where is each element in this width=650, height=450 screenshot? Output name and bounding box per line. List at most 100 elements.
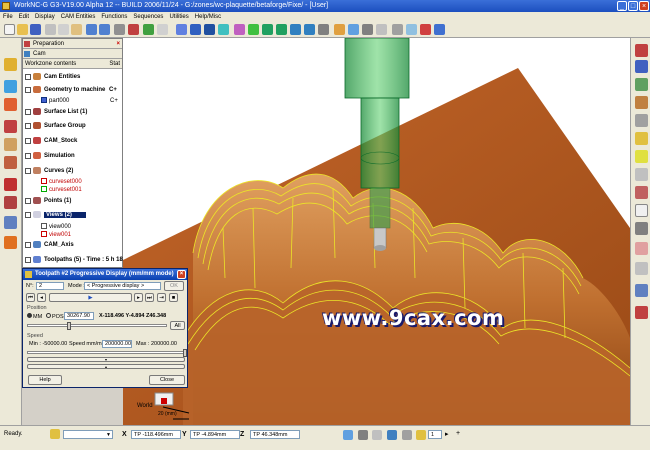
checkbox[interactable] <box>25 167 31 174</box>
tool-stock-icon[interactable] <box>4 120 17 133</box>
rt-view-front-icon[interactable] <box>635 78 648 91</box>
maximize-button[interactable]: □ <box>628 1 638 11</box>
tree-item-cam-stock[interactable]: CAM_Stock <box>25 137 77 146</box>
paste-icon[interactable] <box>71 24 82 35</box>
position-slider[interactable] <box>27 322 167 330</box>
menu-cam-entities[interactable]: CAM Entities <box>58 12 99 22</box>
view-side-icon[interactable] <box>218 24 229 35</box>
status-dropdown[interactable]: ▼ <box>63 430 113 439</box>
shade-icon[interactable] <box>234 24 245 35</box>
stop-icon[interactable] <box>128 24 139 35</box>
layer-add-icon[interactable]: + <box>456 430 464 440</box>
checkbox[interactable] <box>25 122 31 129</box>
menu-file[interactable]: File <box>0 12 16 22</box>
tree-root-cam-entities[interactable]: Cam Entities <box>25 73 80 82</box>
filter-icon[interactable] <box>376 24 387 35</box>
mode-icon[interactable] <box>372 430 382 440</box>
menu-utilities[interactable]: Utilities <box>166 12 191 22</box>
rt-pencil-icon[interactable] <box>635 150 648 163</box>
tree-item-surface-list[interactable]: Surface List (1) <box>25 108 87 117</box>
speed-slider[interactable] <box>27 349 187 357</box>
tab-cam[interactable]: Cam <box>23 49 122 59</box>
tree-item-geometry[interactable]: Geometry to machine C+ <box>25 86 117 95</box>
all-button[interactable]: All <box>170 321 185 330</box>
step-icon[interactable]: ⇥ <box>157 293 166 302</box>
tool-rest-icon[interactable] <box>4 216 17 229</box>
pan-icon[interactable] <box>290 24 301 35</box>
collision-icon[interactable] <box>420 24 431 35</box>
tool-drill-icon[interactable] <box>4 178 17 191</box>
tree-item-toolpaths[interactable]: Toolpaths (5) - Time : 5 h 18 m <box>25 256 130 265</box>
checkbox[interactable] <box>25 73 31 80</box>
tree-item-simulation[interactable]: Simulation <box>25 152 75 161</box>
play-button[interactable]: ▶ <box>49 293 132 302</box>
tree-item-curveset000[interactable]: curveset000 <box>41 178 82 186</box>
view-cube-icon[interactable] <box>176 24 187 35</box>
close-window-button[interactable]: × <box>639 1 649 11</box>
tab-preparation[interactable]: Preparation × <box>23 39 122 49</box>
prev-icon[interactable]: ◂ <box>37 293 46 302</box>
rt-shade-icon[interactable] <box>635 96 648 109</box>
checkbox[interactable] <box>25 241 31 248</box>
checkbox[interactable] <box>25 211 31 218</box>
last-icon[interactable]: ⏭ <box>145 293 154 302</box>
fit-icon[interactable] <box>318 24 329 35</box>
copy-icon[interactable] <box>58 24 69 35</box>
snap-icon[interactable] <box>343 430 353 440</box>
rt-hide-icon[interactable] <box>635 186 648 199</box>
zoom-out-icon[interactable] <box>276 24 287 35</box>
layer-field[interactable]: 1 <box>428 430 442 439</box>
simulation-icon[interactable] <box>434 24 445 35</box>
3d-viewport[interactable]: World 20 (mm) <box>123 38 630 425</box>
checkbox[interactable] <box>25 137 31 144</box>
measure-icon[interactable] <box>392 24 403 35</box>
menu-display[interactable]: Display <box>32 12 58 22</box>
tool-prepare-icon[interactable] <box>4 58 17 71</box>
lock-icon[interactable] <box>50 429 60 439</box>
pos-radio[interactable]: POS <box>46 313 64 321</box>
tool-contour-icon[interactable] <box>4 196 17 209</box>
position-field[interactable]: 30267.90 <box>64 312 94 320</box>
speed-slider-thumb[interactable] <box>183 349 187 357</box>
tree-item-view000[interactable]: view000 <box>41 223 71 231</box>
rt-view-iso-icon[interactable] <box>635 60 648 73</box>
menu-functions[interactable]: Functions <box>98 12 130 22</box>
z-coordinate-field[interactable]: TP 46.348mm <box>250 430 300 439</box>
rt-blank-icon[interactable] <box>635 204 648 217</box>
checkbox[interactable] <box>25 86 31 93</box>
rotate-icon[interactable] <box>304 24 315 35</box>
x-coordinate-field[interactable]: TP -118.496mm <box>131 430 181 439</box>
rt-layer-icon[interactable] <box>635 222 648 235</box>
ok-button[interactable]: OK <box>164 281 184 291</box>
checkbox[interactable] <box>25 108 31 115</box>
layer-toggle-icon[interactable] <box>416 430 426 440</box>
tool-pencil-icon[interactable] <box>4 236 17 249</box>
checkbox[interactable] <box>25 256 31 263</box>
minimize-button[interactable]: _ <box>617 1 627 11</box>
collapse-button[interactable]: ▴ <box>27 364 185 369</box>
tree-item-curveset001[interactable]: curveset001 <box>41 186 82 194</box>
view-top-icon[interactable] <box>190 24 201 35</box>
axis-toggle-icon[interactable] <box>387 430 397 440</box>
expand-button[interactable]: ▾ <box>27 357 185 362</box>
menu-help[interactable]: Help/Misc <box>192 12 224 22</box>
tree-item-view001[interactable]: view001 <box>41 231 71 239</box>
tool-finishing-icon[interactable] <box>4 156 17 169</box>
redo-icon[interactable] <box>99 24 110 35</box>
tool-roughing-icon[interactable] <box>4 138 17 151</box>
mode-select[interactable]: < Progressive display > <box>84 282 161 290</box>
dialog-close-icon[interactable]: × <box>177 270 186 279</box>
axis-icon[interactable] <box>143 24 154 35</box>
close-button[interactable]: Close <box>149 375 185 385</box>
undo-icon[interactable] <box>86 24 97 35</box>
tree-item-surface-group[interactable]: Surface Group <box>25 122 86 131</box>
cut-icon[interactable] <box>45 24 56 35</box>
layer-up-icon[interactable]: ▸ <box>445 430 453 440</box>
checkbox[interactable] <box>25 152 31 159</box>
speed-field[interactable]: 200000.00 <box>102 340 132 348</box>
rt-wire-icon[interactable] <box>635 114 648 127</box>
rt-ruler-icon[interactable] <box>635 168 648 181</box>
tree-item-curves[interactable]: Curves (2) <box>25 167 73 176</box>
menu-edit[interactable]: Edit <box>16 12 32 22</box>
tree-item-part000[interactable]: part000 C+ <box>41 97 118 105</box>
